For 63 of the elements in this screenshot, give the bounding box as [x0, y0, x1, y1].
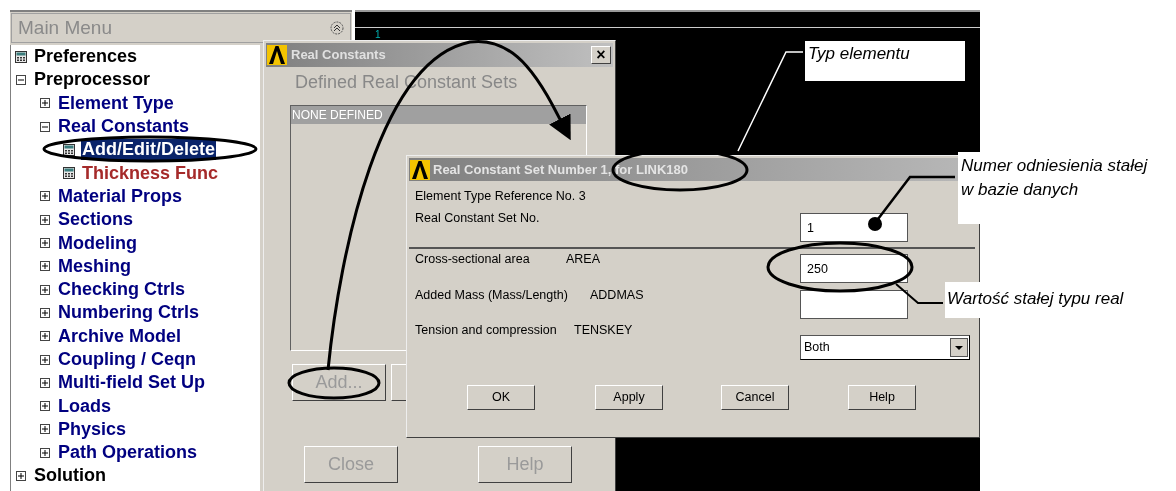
- collapse-icon[interactable]: [16, 74, 26, 85]
- window-number: 1: [375, 30, 381, 40]
- dialog-title: Real Constant Set Number 1, for LINK180: [433, 160, 688, 179]
- input-field[interactable]: 250: [800, 254, 908, 283]
- expand-icon[interactable]: [40, 284, 50, 295]
- dialog-button[interactable]: Apply: [595, 385, 663, 410]
- expand-icon[interactable]: [40, 424, 50, 435]
- leader-line: [895, 283, 944, 304]
- expand-icon[interactable]: [40, 377, 50, 388]
- callout: Typ elementu: [805, 41, 965, 81]
- parameter-name: ADDMAS: [590, 287, 644, 303]
- info-text: Element Type Reference No. 3: [415, 188, 586, 204]
- expand-icon[interactable]: [40, 354, 50, 365]
- menu-item[interactable]: Archive Model: [57, 325, 183, 347]
- menu-item[interactable]: Sections: [57, 209, 135, 231]
- expand-icon[interactable]: [40, 331, 50, 342]
- menu-item[interactable]: Loads: [57, 395, 112, 417]
- expand-icon[interactable]: [40, 447, 50, 458]
- field-label: Cross-sectional area: [415, 251, 530, 267]
- dialog-button[interactable]: OK: [467, 385, 535, 410]
- menu-item[interactable]: Meshing: [57, 255, 132, 277]
- panel-title: Main Menu: [18, 15, 112, 40]
- dialog-button[interactable]: Cancel: [721, 385, 789, 410]
- field-label: Added Mass (Mass/Length): [415, 287, 568, 303]
- collapse-icon[interactable]: [40, 121, 50, 132]
- field-label: Real Constant Set No.: [415, 210, 540, 226]
- expand-icon[interactable]: [16, 471, 26, 481]
- close-button[interactable]: ×: [591, 46, 611, 64]
- dialog-title: Real Constants: [291, 46, 387, 65]
- dialog-button[interactable]: Help: [848, 385, 916, 410]
- logo-icon: [410, 159, 430, 180]
- expand-icon[interactable]: [40, 261, 50, 272]
- menu-item[interactable]: Checking Ctrls: [57, 279, 187, 301]
- calculator-icon: [63, 143, 75, 156]
- menu-item[interactable]: Physics: [57, 418, 128, 440]
- expand-icon[interactable]: [40, 98, 50, 109]
- field-label: Tension and compression: [415, 322, 557, 338]
- expand-icon[interactable]: [40, 307, 50, 318]
- menu-item[interactable]: Multi-field Set Up: [57, 372, 206, 394]
- expand-icon[interactable]: [40, 401, 50, 412]
- menu-item[interactable]: Material Props: [57, 185, 184, 207]
- dropdown[interactable]: Both: [800, 335, 970, 360]
- menu-item[interactable]: Preferences: [33, 46, 139, 68]
- input-field[interactable]: 1: [800, 213, 908, 242]
- expand-icon[interactable]: [40, 238, 50, 248]
- logo-icon: [267, 45, 287, 65]
- collapse-icon[interactable]: [330, 21, 344, 35]
- expand-icon[interactable]: [40, 191, 50, 202]
- menu-item[interactable]: Element Type: [57, 92, 175, 114]
- menu-item[interactable]: Modeling: [57, 232, 138, 254]
- menu-item[interactable]: Solution: [33, 465, 107, 487]
- input-field[interactable]: [800, 290, 908, 319]
- calculator-icon: [15, 50, 27, 63]
- menu-item[interactable]: Real Constants: [57, 116, 191, 138]
- menu-item[interactable]: Numbering Ctrls: [57, 302, 200, 324]
- menu-item[interactable]: Coupling / Ceqn: [57, 349, 197, 370]
- menu-item[interactable]: Path Operations: [57, 442, 199, 464]
- parameter-name: TENSKEY: [574, 322, 633, 338]
- expand-icon[interactable]: [40, 214, 50, 225]
- menu-item[interactable]: Preprocessor: [33, 69, 152, 91]
- calculator-icon: [63, 167, 75, 180]
- parameter-name: AREA: [566, 251, 601, 267]
- menu-item[interactable]: Thickness Func: [81, 162, 220, 184]
